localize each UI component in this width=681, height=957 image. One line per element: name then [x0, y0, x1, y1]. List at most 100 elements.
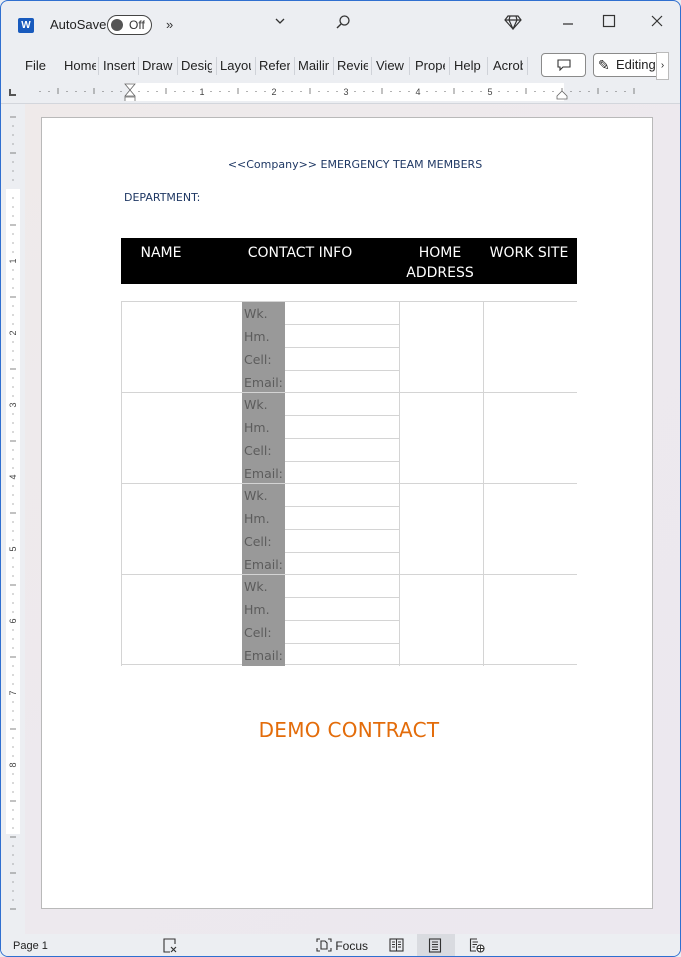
contact-type-label: Cell: — [244, 352, 272, 367]
tab-insert[interactable]: Insert — [103, 57, 135, 75]
vruler-tick — [12, 287, 14, 289]
tab-properties[interactable]: Properties — [415, 57, 445, 75]
vruler-number: 4 — [8, 474, 18, 479]
vruler-tick — [12, 701, 14, 703]
contact-value-cell[interactable] — [285, 416, 399, 439]
contact-type-label: Email: — [244, 557, 283, 572]
tab-help[interactable]: Help — [454, 57, 483, 75]
vruler-tick — [12, 737, 14, 739]
tab-separator — [449, 57, 450, 75]
contact-value-cell[interactable] — [285, 439, 399, 462]
vruler-tick — [12, 602, 14, 604]
contact-value-cell[interactable] — [285, 553, 399, 576]
web-layout-icon[interactable] — [469, 938, 485, 956]
vruler-tick — [12, 251, 14, 253]
vruler-tick — [12, 314, 14, 316]
home-address-cell[interactable] — [399, 575, 483, 666]
page-number-indicator[interactable]: Page 1 — [13, 940, 48, 952]
pencil-icon: ✎ — [598, 57, 610, 73]
proofing-status-icon[interactable] — [162, 938, 178, 956]
contact-value-cell[interactable] — [285, 530, 399, 553]
contact-value-cell[interactable] — [285, 598, 399, 621]
toggle-knob — [111, 19, 123, 31]
vruler-tick — [12, 818, 14, 820]
tab-selector-icon[interactable] — [9, 89, 16, 96]
work-site-cell[interactable] — [483, 575, 577, 666]
tab-review[interactable]: Review — [337, 57, 368, 75]
contact-value-cell[interactable] — [285, 325, 399, 348]
contact-value-cell[interactable] — [285, 507, 399, 530]
ribbon-scroll-right-button[interactable]: › — [656, 52, 669, 80]
customize-quick-access-chevron-icon[interactable] — [274, 14, 286, 30]
vruler-tick — [12, 575, 14, 577]
vruler-tick — [12, 647, 14, 649]
tab-layout[interactable]: Layout — [220, 57, 251, 75]
home-address-cell[interactable] — [399, 393, 483, 484]
maximize-button[interactable] — [598, 14, 620, 31]
home-address-cell[interactable] — [399, 302, 483, 393]
autosave-state: Off — [129, 18, 145, 32]
vruler-number: 3 — [8, 402, 18, 407]
contact-value-cell[interactable] — [285, 348, 399, 371]
work-site-cell[interactable] — [483, 302, 577, 393]
tab-home[interactable]: Home — [64, 57, 96, 75]
tab-view[interactable]: View — [376, 57, 406, 75]
search-icon[interactable] — [335, 14, 351, 33]
tab-separator — [371, 57, 372, 75]
contact-value-cell[interactable] — [285, 302, 399, 325]
contact-value-cell[interactable] — [285, 621, 399, 644]
tab-file[interactable]: File — [25, 57, 47, 75]
comment-icon — [556, 59, 571, 72]
name-cell[interactable] — [121, 302, 242, 393]
focus-mode-button[interactable]: Focus — [316, 938, 368, 953]
ruler-number: 4 — [415, 87, 420, 97]
premium-diamond-icon[interactable] — [504, 14, 522, 33]
contact-type-label: Wk. — [244, 306, 268, 321]
header-name: NAME — [140, 245, 182, 261]
tab-separator — [294, 57, 295, 75]
contact-value-cell[interactable] — [285, 393, 399, 416]
vertical-ruler[interactable]: 1 2 3 4 5 6 7 8 — [6, 107, 20, 932]
print-layout-button[interactable] — [417, 934, 455, 956]
contact-line: Cell: — [242, 439, 399, 462]
work-site-cell[interactable] — [483, 484, 577, 575]
home-address-cell[interactable] — [399, 484, 483, 575]
work-site-cell[interactable] — [483, 393, 577, 484]
ruler-tick — [354, 91, 356, 92]
contact-value-cell[interactable] — [285, 484, 399, 507]
contact-value-cell[interactable] — [285, 575, 399, 598]
tab-design[interactable]: Design — [181, 57, 212, 75]
tab-separator — [255, 57, 256, 75]
right-indent-marker[interactable] — [556, 90, 568, 100]
tab-mailings[interactable]: Mailings — [298, 57, 329, 75]
ruler-tick — [606, 91, 608, 92]
contact-value-cell[interactable] — [285, 644, 399, 667]
close-button[interactable] — [646, 14, 668, 31]
document-page[interactable]: <<Company>> EMERGENCY TEAM MEMBERS DEPAR… — [41, 117, 653, 909]
tab-references[interactable]: References — [259, 57, 290, 75]
name-cell[interactable] — [121, 575, 242, 666]
vruler-tick — [12, 890, 14, 892]
comments-button[interactable] — [541, 53, 586, 77]
read-mode-icon[interactable] — [389, 938, 404, 955]
tab-acrobat[interactable]: Acrobat — [493, 57, 523, 75]
vruler-tick — [12, 791, 14, 793]
tab-draw[interactable]: Draw — [142, 57, 174, 75]
ruler-tick — [300, 91, 302, 92]
more-commands-icon[interactable]: » — [166, 17, 173, 32]
horizontal-ruler[interactable]: 1 2 3 4 5 — [27, 83, 647, 101]
ruler-tick — [543, 91, 545, 92]
name-cell[interactable] — [121, 484, 242, 575]
vruler-tick — [12, 710, 14, 712]
contact-value-cell[interactable] — [285, 462, 399, 485]
vruler-tick — [12, 341, 14, 343]
ruler-tick — [48, 91, 50, 92]
document-title: <<Company>> EMERGENCY TEAM MEMBERS — [227, 158, 483, 171]
name-cell[interactable] — [121, 393, 242, 484]
ruler-tick — [624, 91, 626, 92]
contact-value-cell[interactable] — [285, 371, 399, 394]
editing-mode-button[interactable]: ✎ Editing — [593, 53, 663, 77]
minimize-button[interactable] — [553, 14, 583, 31]
left-indent-marker[interactable] — [124, 83, 136, 101]
autosave-toggle[interactable]: Off — [107, 15, 152, 35]
